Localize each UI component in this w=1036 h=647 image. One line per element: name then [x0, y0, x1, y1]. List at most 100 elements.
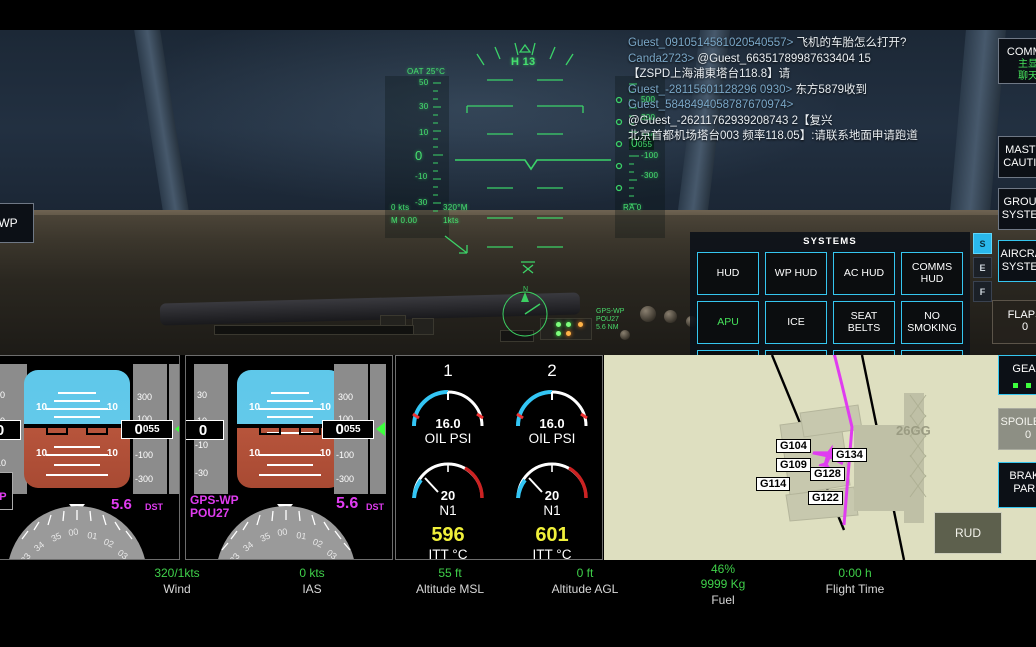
- system-button-comms-hud[interactable]: COMMS HUD: [901, 252, 963, 295]
- system-button-hud[interactable]: HUD: [697, 252, 759, 295]
- svg-text:33: 33: [19, 551, 33, 560]
- status-alt-agl-label: Altitude AGL: [551, 582, 619, 596]
- pfd1-alt-major: 0: [134, 421, 143, 438]
- status-fuel-label: Fuel: [711, 593, 735, 607]
- svg-text:00: 00: [277, 526, 289, 538]
- map-gate-g122: G122: [808, 491, 843, 505]
- comms-button[interactable]: COMMS 主显聊天: [998, 38, 1036, 84]
- engine-1-oil-label: OIL PSI: [424, 431, 472, 446]
- status-alt-msl-label: Altitude MSL: [415, 582, 485, 596]
- svg-text:35: 35: [259, 531, 272, 544]
- status-flight-time: 0:00 h Flight Time: [795, 566, 915, 597]
- svg-text:34: 34: [241, 540, 255, 554]
- svg-text:01: 01: [296, 530, 307, 541]
- system-button-seat-belts[interactable]: SEAT BELTS: [833, 301, 895, 344]
- pfd2-aircraft-symbol-left: [259, 424, 281, 436]
- chat-sender: Canda2723>: [628, 52, 695, 65]
- engine-1-number: 1: [443, 361, 453, 380]
- status-bar: 320/1kts Wind 0 kts IAS 55 ft Altitude M…: [0, 560, 1036, 647]
- status-alt-agl-value: 0 ft: [576, 566, 594, 580]
- pfd1-vspeed-pointer: [175, 422, 179, 436]
- primary-flight-display-right[interactable]: 30 10 -10 -30 0 10 10 10 10: [185, 355, 393, 560]
- status-alt-msl-value: 55 ft: [438, 566, 462, 580]
- chat-message: 飞机的车胎怎么打开?: [796, 37, 907, 49]
- status-wind: 320/1kts Wind: [117, 566, 237, 597]
- ground-systems-button[interactable]: GROUNDSYSTEMS: [998, 188, 1036, 230]
- master-caution-button[interactable]: MASTERCAUTION: [998, 136, 1036, 178]
- gear-label: GEAR: [1012, 363, 1036, 375]
- engine-2-n1-label: N1: [543, 503, 561, 518]
- systems-tab-s[interactable]: S: [973, 233, 992, 254]
- brake-park-button[interactable]: BRAKEPARK: [998, 462, 1036, 508]
- dash-knob-2[interactable]: [664, 310, 677, 323]
- engine-1-oil-value: 16.0: [435, 416, 461, 431]
- dash-led-amber-1: [578, 322, 583, 327]
- map-gate-g104: G104: [776, 439, 811, 453]
- system-button-ac-hud[interactable]: AC HUD: [833, 252, 895, 295]
- engine-2-oil-gauge: 16.0: [509, 384, 595, 431]
- pfd2-dst-label: DST: [366, 502, 384, 512]
- svg-text:03: 03: [325, 548, 339, 560]
- spoilers-button[interactable]: SPOILERS0: [998, 408, 1036, 450]
- gear-button[interactable]: GEAR: [998, 355, 1036, 395]
- pfd1-pct-text: 0%WP: [0, 491, 7, 503]
- pfd2-speed-readout: 0: [186, 420, 224, 440]
- status-flight-time-label: Flight Time: [825, 582, 885, 596]
- systems-tab-e[interactable]: E: [973, 257, 992, 278]
- svg-text:00: 00: [68, 526, 80, 538]
- pfd1-pitch-label-a: 10: [36, 402, 48, 413]
- systems-tab-f[interactable]: F: [973, 281, 992, 302]
- pfd2-altitude-readout: 0 055: [322, 420, 374, 439]
- comms-button-label: COMMS: [1006, 46, 1036, 58]
- dash-knob-1[interactable]: [640, 306, 656, 322]
- dash-nav-readout: GPS-WP POU27 5.6 NM: [596, 308, 625, 331]
- system-button-ice[interactable]: ICE: [765, 301, 827, 344]
- pfd1-aircraft-symbol-left: [46, 424, 68, 436]
- dash-led-amber-2: [566, 331, 571, 336]
- pfd2-spd-tick-0: 30: [197, 390, 208, 400]
- svg-text:03: 03: [116, 548, 130, 560]
- comms-button-sublabel: 主显 聊天: [1018, 58, 1036, 83]
- system-button-no-smoking[interactable]: NO SMOKING: [901, 301, 963, 344]
- hud-speed: 0 kts: [391, 203, 410, 212]
- chat-message: 东方5879收到: [795, 83, 868, 96]
- primary-flight-display-left[interactable]: 30 10 -10 -30 0 10 10 10 10: [0, 355, 180, 560]
- status-altitude-agl: 0 ft Altitude AGL: [525, 566, 645, 597]
- svg-text:01: 01: [87, 530, 98, 541]
- svg-text:33: 33: [228, 551, 242, 560]
- wp-button[interactable]: WP: [0, 203, 34, 243]
- status-flight-time-value: 0:00 h: [838, 566, 872, 580]
- rudder-button[interactable]: RUD: [934, 512, 1002, 554]
- svg-text:N: N: [523, 286, 528, 293]
- chat-overlay: Guest_0910514581020540557> 飞机的车胎怎么打开? Ca…: [628, 36, 958, 145]
- aircraft-systems-button[interactable]: AIRCRAFTSYSTEMS: [998, 240, 1036, 282]
- pfd1-spd-tick-2: -10: [0, 458, 7, 468]
- flaps-button[interactable]: FLAPS 0: [992, 300, 1036, 344]
- pfd2-aircraft-symbol-right: [299, 424, 321, 436]
- hud-spd-tick-1: 30: [419, 102, 429, 111]
- chat-message: @Guest_-26211762939208743 2【复兴: [628, 114, 833, 127]
- pfd2-alt-major: 0: [335, 421, 344, 438]
- pfd1-compass-rose: 33 34 35 00 01 02 03: [7, 506, 147, 560]
- engine-2-n1-value: 20: [544, 488, 560, 503]
- engine-1-n1-label: N1: [439, 503, 457, 518]
- pfd2-alt-tick-3: -300: [336, 474, 355, 484]
- chat-line: Guest_0910514581020540557> 飞机的车胎怎么打开?: [628, 36, 958, 52]
- chat-sender: Guest_0910514581020540557>: [628, 37, 794, 49]
- hud-spd-tick-2: 10: [419, 128, 429, 137]
- chat-line: Guest_-28115601128296 0930> 东方5879收到: [628, 83, 958, 99]
- pfd1-spd-tick-0: 30: [0, 390, 6, 400]
- chat-message: @Guest_66351789987633404 15: [697, 52, 871, 65]
- engine-1-n1-gauge: 20: [405, 456, 491, 503]
- engine-instruments-panel[interactable]: 1 16.0 OIL PSI 20 N1 596 ITT °C 2 16.0 O…: [395, 355, 603, 562]
- pfd2-alt-tick-0: 300: [338, 392, 354, 402]
- chat-line: Canda2723> @Guest_66351789987633404 15: [628, 52, 958, 68]
- chat-message: 【ZSPD上海浦東塔台118.8】请: [628, 68, 791, 80]
- system-button-apu[interactable]: APU: [697, 301, 759, 344]
- hud-wind-speed: 1kts: [443, 216, 459, 225]
- pfd1-alt-tick-3: -300: [135, 474, 154, 484]
- hud-heading: H 13: [511, 56, 536, 68]
- system-button-wp-hud[interactable]: WP HUD: [765, 252, 827, 295]
- pfd2-compass-ticks: 33 34 35 00 01 02 03 04: [221, 510, 351, 560]
- systems-title: SYSTEMS: [803, 236, 857, 247]
